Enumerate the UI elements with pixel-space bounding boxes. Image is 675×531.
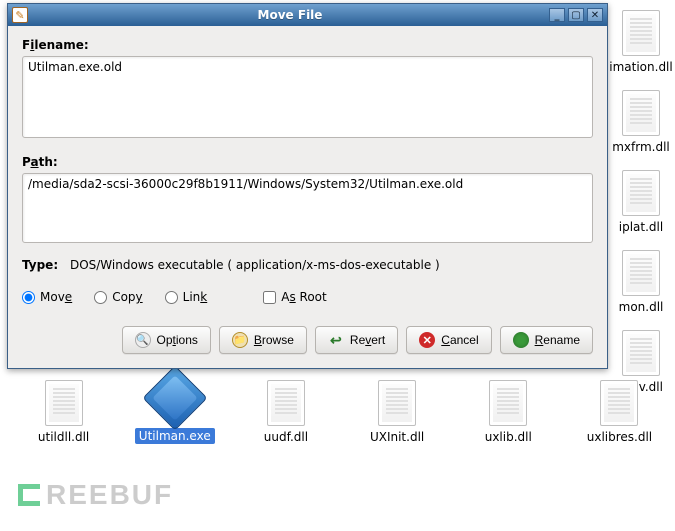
file-label: UXInit.dll bbox=[370, 430, 424, 444]
file-item[interactable]: utildll.dll bbox=[8, 370, 119, 450]
file-label: imation.dll bbox=[609, 60, 672, 74]
rename-button[interactable]: Rename bbox=[500, 326, 593, 354]
window-title: Move File bbox=[34, 8, 546, 22]
app-icon bbox=[12, 7, 28, 23]
file-item[interactable]: uxlib.dll bbox=[453, 370, 564, 450]
file-item[interactable]: UXInit.dll bbox=[342, 370, 453, 450]
file-item[interactable]: mxfrm.dll bbox=[607, 80, 675, 160]
filename-label: Filename: bbox=[22, 38, 593, 52]
document-icon bbox=[622, 250, 660, 296]
folder-icon bbox=[232, 332, 248, 348]
document-icon bbox=[45, 380, 83, 426]
file-label: utildll.dll bbox=[38, 430, 89, 444]
file-row: utildll.dll Utilman.exe uudf.dll UXInit.… bbox=[0, 370, 675, 450]
watermark-icon bbox=[18, 484, 40, 506]
cancel-icon bbox=[419, 332, 435, 348]
checkbox-as-root-input[interactable] bbox=[263, 291, 276, 304]
document-icon bbox=[378, 380, 416, 426]
action-radios: Move Copy Link As Root bbox=[22, 290, 593, 304]
radio-copy[interactable]: Copy bbox=[94, 290, 142, 304]
close-button[interactable]: ✕ bbox=[587, 8, 603, 22]
document-icon bbox=[622, 10, 660, 56]
document-icon bbox=[622, 90, 660, 136]
radio-copy-input[interactable] bbox=[94, 291, 107, 304]
file-label: uxlib.dll bbox=[485, 430, 532, 444]
document-icon bbox=[600, 380, 638, 426]
watermark: REEBUF bbox=[18, 479, 173, 511]
executable-icon bbox=[142, 365, 207, 430]
radio-link-input[interactable] bbox=[165, 291, 178, 304]
document-icon bbox=[489, 380, 527, 426]
browse-button[interactable]: Browse bbox=[219, 326, 307, 354]
cancel-button[interactable]: Cancel bbox=[406, 326, 491, 354]
file-label: uxlibres.dll bbox=[587, 430, 652, 444]
dialog-body: Filename: Path: Type: DOS/Windows execut… bbox=[8, 26, 607, 368]
file-item[interactable]: iplat.dll bbox=[607, 160, 675, 240]
document-icon bbox=[622, 170, 660, 216]
file-label: mon.dll bbox=[619, 300, 664, 314]
revert-icon bbox=[328, 332, 344, 348]
file-item[interactable]: uxlibres.dll bbox=[564, 370, 675, 450]
path-input[interactable] bbox=[22, 173, 593, 243]
options-button[interactable]: Options bbox=[122, 326, 211, 354]
radio-move-input[interactable] bbox=[22, 291, 35, 304]
type-row: Type: DOS/Windows executable ( applicati… bbox=[22, 258, 593, 272]
path-label: Path: bbox=[22, 155, 593, 169]
file-label: mxfrm.dll bbox=[612, 140, 670, 154]
filename-input[interactable] bbox=[22, 56, 593, 138]
type-label: Type: bbox=[22, 258, 58, 272]
file-item-selected[interactable]: Utilman.exe bbox=[119, 370, 230, 450]
radio-link[interactable]: Link bbox=[165, 290, 208, 304]
titlebar[interactable]: Move File _ ▢ ✕ bbox=[8, 4, 607, 26]
file-label: uudf.dll bbox=[264, 430, 308, 444]
file-item[interactable]: mon.dll bbox=[607, 240, 675, 320]
partial-column: imation.dll mxfrm.dll iplat.dll mon.dll … bbox=[607, 0, 675, 400]
options-icon bbox=[135, 332, 151, 348]
checkbox-as-root[interactable]: As Root bbox=[263, 290, 327, 304]
maximize-button[interactable]: ▢ bbox=[568, 8, 584, 22]
file-item[interactable]: imation.dll bbox=[607, 0, 675, 80]
file-label: Utilman.exe bbox=[135, 428, 215, 444]
type-value: DOS/Windows executable ( application/x-m… bbox=[70, 258, 440, 272]
watermark-text: REEBUF bbox=[46, 479, 173, 511]
ok-icon bbox=[513, 332, 529, 348]
button-row: Options Browse Revert Cancel Rename bbox=[22, 326, 593, 354]
minimize-button[interactable]: _ bbox=[549, 8, 565, 22]
revert-button[interactable]: Revert bbox=[315, 326, 398, 354]
file-item[interactable]: uudf.dll bbox=[230, 370, 341, 450]
file-label: iplat.dll bbox=[619, 220, 663, 234]
document-icon bbox=[267, 380, 305, 426]
radio-move[interactable]: Move bbox=[22, 290, 72, 304]
move-file-dialog: Move File _ ▢ ✕ Filename: Path: Type: DO… bbox=[7, 3, 608, 369]
